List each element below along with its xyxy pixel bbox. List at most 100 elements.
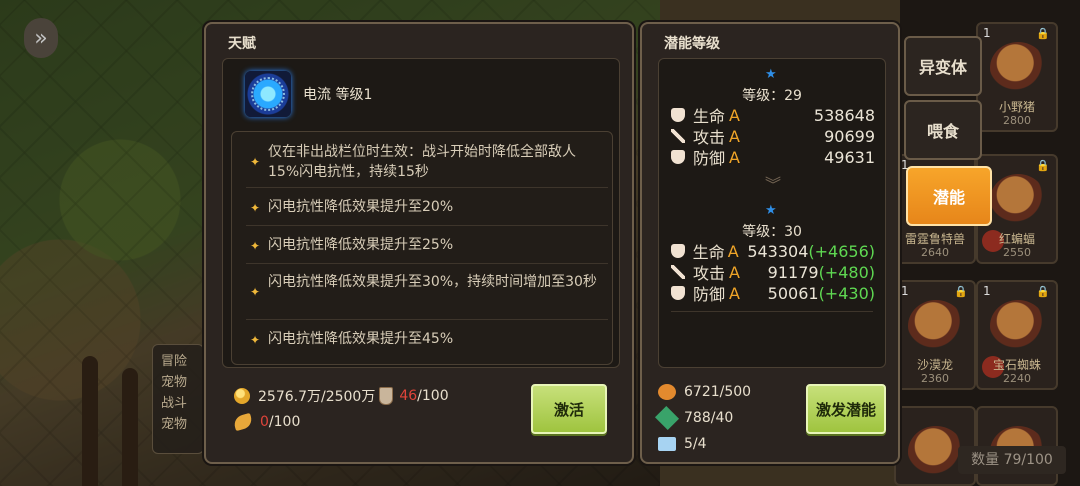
- pet-card-power: 2800: [1003, 114, 1031, 127]
- box-line: 战斗: [161, 396, 188, 411]
- star-bullet-icon: ✦: [250, 333, 261, 347]
- shield-icon: [671, 286, 685, 300]
- pet-portrait: [990, 42, 1046, 94]
- stat-increase: (+430): [818, 283, 875, 303]
- stat-grade: A: [729, 262, 740, 282]
- pet-card-power: 2240: [1003, 372, 1031, 385]
- current-level: 等级：29: [742, 88, 802, 104]
- expand-arrow-button[interactable]: »: [24, 18, 58, 58]
- panel-title: 潜能等级: [664, 36, 720, 52]
- wing-max: /100: [268, 414, 301, 430]
- fence-post: [122, 368, 138, 486]
- blue-star-icon: ★: [765, 203, 777, 218]
- effect-item: ✦ 闪电抗性降低效果提升至30%，持续时间增加至30秒: [246, 266, 608, 320]
- star-bullet-icon: ✦: [250, 155, 261, 169]
- effect-text: 闪电抗性降低效果提升至45%: [268, 331, 454, 347]
- cost-row-gold: 2576.7万/2500万 46 /100: [234, 386, 449, 406]
- effect-item: ✦ 闪电抗性降低效果提升至45%: [246, 322, 608, 358]
- heart-icon: [671, 108, 685, 122]
- cost-row-wing: 0 /100: [232, 412, 301, 432]
- pet-card-level: 1: [983, 284, 991, 298]
- stat-value: 543304: [747, 241, 809, 261]
- pet-card-name: 红蝙蝠: [998, 232, 1035, 246]
- feed-button[interactable]: 喂食: [904, 100, 982, 160]
- stat-grade: A: [727, 241, 739, 261]
- effect-text: 闪电抗性降低效果提升至30%，持续时间增加至30秒: [268, 274, 597, 290]
- next-level: 等级：30: [742, 224, 802, 240]
- potion-flask-icon: [379, 387, 394, 405]
- pet-card[interactable]: 1 🔒 沙漠龙 2360: [894, 280, 976, 390]
- stat-value-wrap: 91179(+480): [768, 263, 875, 282]
- stat-value: 90699: [824, 126, 875, 146]
- effect-text: 闪电抗性降低效果提升至20%: [268, 199, 454, 215]
- resource-row: 6721/500: [658, 384, 751, 400]
- stat-grade: A: [729, 147, 740, 167]
- stat-row-hp: 生命 A 543304(+4656): [671, 241, 875, 262]
- effect-item: ✦ 仅在非出战栏位时生效：战斗开始时降低全部敌人15%闪电抗性，持续15秒: [246, 138, 608, 188]
- stat-value: 50061: [767, 283, 819, 303]
- stat-grade: A: [729, 283, 740, 303]
- talent-panel: 天赋 电流 等级1 ✦ 仅在非出战栏位时生效：战斗开始时降低全部敌人15%闪电抗…: [204, 22, 634, 464]
- resource-row: 5/4: [658, 436, 707, 452]
- star-bullet-icon: ✦: [250, 285, 261, 299]
- sword-icon: [671, 129, 685, 143]
- pet-card-power: 2640: [921, 246, 949, 259]
- effect-text: 仅在非出战栏位时生效：战斗开始时降低全部敌人15%闪电抗性，持续15秒: [268, 144, 576, 180]
- sword-icon: [671, 265, 685, 279]
- stat-row-attack: 攻击 A 90699: [671, 126, 875, 147]
- stat-label: 防御: [693, 149, 726, 168]
- wing-current: 0: [260, 414, 269, 430]
- pet-portrait: [908, 300, 964, 352]
- pet-card-name: 小野猪: [998, 100, 1035, 114]
- box-line: 宠物: [161, 417, 188, 432]
- stat-grade: A: [729, 105, 740, 125]
- gold-coin-icon: [234, 388, 250, 404]
- stat-value-wrap: 543304(+4656): [747, 242, 875, 261]
- divider: [671, 311, 873, 312]
- talent-name: 电流 等级1: [303, 87, 373, 103]
- pet-card[interactable]: 1 🔒 宝石蜘蛛 2240: [976, 280, 1058, 390]
- talent-detail-box: 电流 等级1 ✦ 仅在非出战栏位时生效：战斗开始时降低全部敌人15%闪电抗性，持…: [222, 58, 620, 368]
- lock-icon: 🔒: [954, 285, 968, 298]
- heart-icon: [671, 244, 685, 258]
- pet-card-name: 沙漠龙: [916, 358, 953, 372]
- resource-amount: 788/40: [684, 410, 734, 426]
- pet-portrait: [990, 300, 1046, 352]
- pet-card[interactable]: 1 🔒 小野猪 2800: [976, 22, 1058, 132]
- stat-label: 防御: [693, 285, 726, 304]
- awaken-potential-button[interactable]: 激发潜能: [806, 384, 886, 434]
- resource-amount: 5/4: [684, 436, 707, 452]
- chevron-right-icon: »: [34, 25, 48, 51]
- potential-button[interactable]: 潜能: [906, 166, 992, 226]
- flask-current: 46: [399, 388, 418, 404]
- pet-portrait: [908, 426, 964, 478]
- box-line: 宠物: [161, 375, 188, 390]
- pet-card-level: 1: [983, 26, 991, 40]
- shield-icon: [671, 150, 685, 164]
- ticket-icon: [658, 437, 676, 451]
- effect-item: ✦ 闪电抗性降低效果提升至25%: [246, 228, 608, 264]
- stat-increase: (+480): [818, 262, 875, 282]
- wing-item-icon: [232, 412, 254, 432]
- dimmed-side-box: 冒险 宠物 战斗 宠物: [152, 344, 204, 454]
- star-bullet-icon: ✦: [250, 239, 261, 253]
- effect-item: ✦ 闪电抗性降低效果提升至20%: [246, 190, 608, 226]
- lock-icon: 🔒: [1036, 159, 1050, 172]
- pet-card-name: 雷霆鲁特兽: [904, 232, 965, 246]
- stat-row-attack: 攻击 A 91179(+480): [671, 262, 875, 283]
- variant-button[interactable]: 异变体: [904, 36, 982, 96]
- stat-value: 538648: [813, 105, 875, 125]
- pet-card-power: 2360: [921, 372, 949, 385]
- stat-row-defense: 防御 A 50061(+430): [671, 283, 875, 304]
- flask-max: /100: [417, 388, 449, 404]
- lock-icon: 🔒: [1036, 285, 1050, 298]
- stat-row-hp: 生命 A 538648: [671, 105, 875, 126]
- stat-value-wrap: 50061(+430): [768, 284, 875, 303]
- double-chevron-down-icon: ︾: [764, 175, 781, 194]
- potential-panel: 潜能等级 ★ 等级：29 生命 A 538648 攻击 A 90699 防御 A…: [640, 22, 900, 464]
- resource-amount: 6721/500: [684, 384, 752, 400]
- lock-icon: 🔒: [1036, 27, 1050, 40]
- stat-grade: A: [729, 126, 740, 146]
- activate-button[interactable]: 激活: [531, 384, 607, 434]
- talent-effects-list: ✦ 仅在非出战栏位时生效：战斗开始时降低全部敌人15%闪电抗性，持续15秒 ✦ …: [231, 131, 613, 365]
